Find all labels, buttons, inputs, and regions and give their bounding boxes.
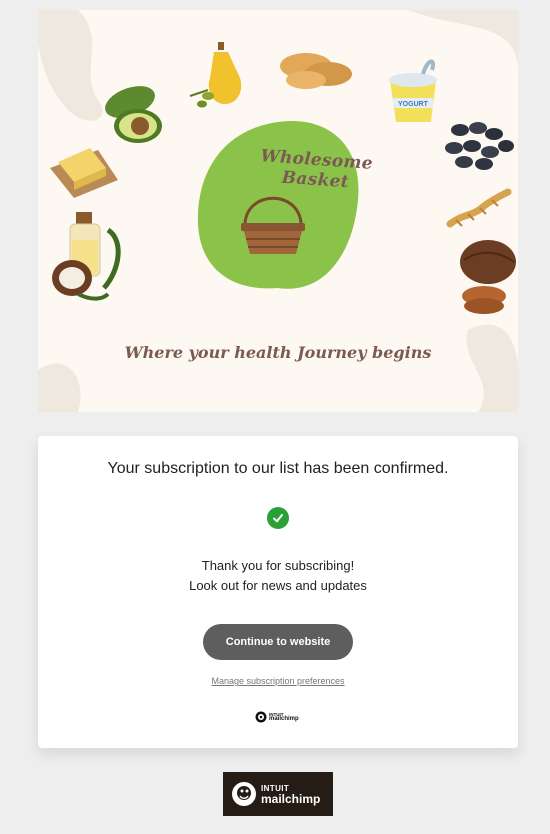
footer-logo-mailchimp: mailchimp [261, 792, 321, 806]
thanks-line-1: Thank you for subscribing! [201, 558, 355, 573]
tagline: Where your health Journey begins [124, 343, 432, 362]
black-beans-icon [445, 122, 514, 170]
cheese-icon [50, 148, 118, 198]
checkmark-icon [267, 507, 289, 529]
svg-text:YOGURT: YOGURT [398, 101, 429, 108]
small-logo-wordmark: INTUIT mailchimp [269, 712, 299, 722]
coconut-oil-icon [52, 212, 121, 301]
small-logo-mailchimp: mailchimp [269, 716, 299, 722]
confirmation-message: Your subscription to our list has been c… [107, 460, 449, 477]
confirmation-card: Your subscription to our list has been c… [38, 436, 518, 748]
peanuts-icon [280, 53, 352, 89]
thanks-line-2: Look out for news and updates [189, 578, 367, 593]
pasta-icon [446, 188, 512, 228]
freddie-icon [255, 711, 267, 723]
manage-preferences-link[interactable]: Manage subscription preferences [38, 676, 518, 686]
freddie-icon [232, 782, 256, 806]
olive-oil-icon [189, 42, 242, 108]
mailchimp-footer-logo[interactable]: INTUIT mailchimp [223, 772, 333, 816]
mailchimp-small-logo[interactable]: INTUIT mailchimp [255, 710, 301, 724]
continue-to-website-button[interactable]: Continue to website [203, 624, 353, 660]
hero-banner: YOGURT Wholesome Basket Where your healt… [38, 10, 518, 412]
avocado-icon [105, 86, 162, 143]
yogurt-icon: YOGURT [389, 59, 437, 122]
thanks-text: Thank you for subscribing! Look out for … [38, 556, 518, 596]
pecans-icon [460, 240, 516, 314]
footer-logo-wordmark: INTUIT mailchimp [261, 783, 320, 805]
